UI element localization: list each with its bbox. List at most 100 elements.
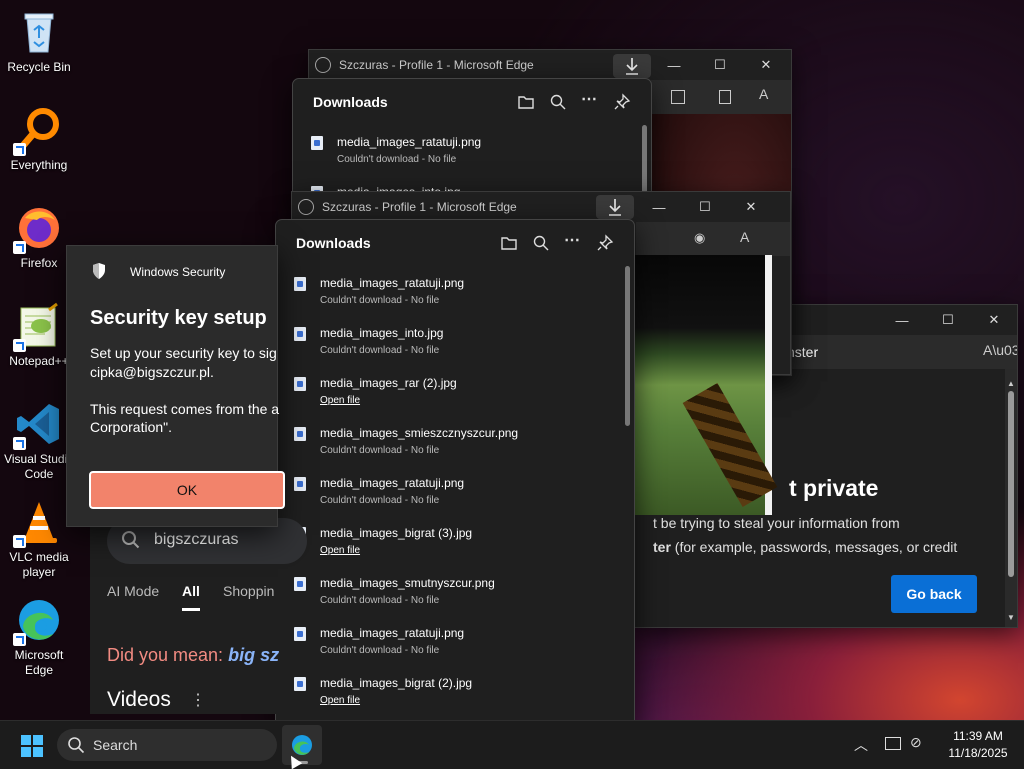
download-item[interactable]: media_images_into.jpg Couldn't download -… — [276, 316, 634, 366]
desktop-icon-vscode[interactable]: Visual Studio Code — [4, 400, 74, 482]
toolbar: A — [651, 80, 791, 114]
split-screen-icon[interactable] — [671, 90, 685, 104]
firefox-icon — [13, 204, 63, 254]
download-status: Couldn't download - No file — [320, 595, 440, 606]
tab-shopping[interactable]: Shoppin — [223, 583, 274, 599]
image-file-icon — [294, 377, 306, 391]
more-options-icon[interactable]: ⋯ — [581, 92, 599, 111]
search-icon — [121, 530, 141, 550]
image-file-icon — [294, 677, 306, 691]
window-title: Szczuras - Profile 1 - Microsoft Edge — [322, 200, 517, 214]
download-item[interactable]: media_images_ratatuji.png Couldn't downlo… — [276, 466, 634, 516]
download-status: Couldn't download - No file — [320, 445, 440, 456]
vlc-icon — [13, 498, 63, 548]
read-aloud-icon[interactable]: A — [759, 86, 768, 102]
folder-icon[interactable] — [500, 234, 518, 252]
chevron-up-icon[interactable]: ︿ — [854, 735, 868, 755]
tab-ai-mode[interactable]: AI Mode — [107, 583, 159, 599]
start-button[interactable] — [20, 734, 44, 758]
toolbar: ◉ A — [636, 222, 790, 256]
read-aloud-icon[interactable]: A\u0301 — [983, 342, 1017, 358]
go-back-button[interactable]: Go back — [891, 575, 977, 613]
read-aloud-icon[interactable]: A — [740, 229, 749, 245]
taskbar-search[interactable]: Search — [57, 729, 277, 761]
desktop-icon-edge[interactable]: Microsoft Edge — [4, 596, 74, 678]
clock[interactable]: 11:39 AM 11/18/2025 — [940, 729, 1016, 760]
close-button[interactable]: ✕ — [728, 192, 774, 222]
download-item[interactable]: media_images_ratatuji.png Couldn't downlo… — [276, 616, 634, 666]
recycle-bin-icon — [15, 8, 63, 56]
warning-heading: t private — [789, 475, 879, 501]
more-options-icon[interactable]: ⋯ — [564, 233, 582, 252]
search-icon — [67, 736, 85, 754]
open-file-link[interactable]: Open file — [320, 395, 634, 406]
download-item[interactable]: media_images_ratatuji.png Couldn't downl… — [293, 125, 651, 175]
tab-all[interactable]: All — [182, 583, 200, 599]
download-item[interactable]: media_images_ratatuji.png Couldn't downlo… — [276, 266, 634, 316]
shield-icon — [91, 262, 107, 280]
download-status: Couldn't download - No file — [320, 345, 440, 356]
search-page: bigszczuras AI Mode All Shoppin Did you … — [90, 500, 307, 714]
downloads-button[interactable] — [596, 195, 634, 219]
downloads-button[interactable] — [613, 54, 651, 78]
more-options-icon[interactable]: ⋮ — [190, 690, 206, 710]
download-item[interactable]: media_images_bigrat (2).jpg Open file — [276, 666, 634, 716]
download-item[interactable]: media_images_rar (2).jpg Open file — [276, 366, 634, 416]
minimize-button[interactable]: — — [879, 305, 925, 335]
clipboard-icon[interactable] — [719, 90, 731, 104]
notepad-plus-plus-icon — [13, 302, 63, 352]
edge-icon — [13, 596, 63, 646]
open-file-link[interactable]: Open file — [320, 695, 634, 706]
image-file-icon — [294, 577, 306, 591]
scrollbar[interactable] — [625, 266, 630, 426]
download-status: Couldn't download - No file — [320, 495, 440, 506]
minimize-button[interactable]: — — [651, 50, 697, 80]
desktop-icon-firefox[interactable]: Firefox — [4, 204, 74, 270]
desktop-icon-notepad-plus-plus[interactable]: Notepad++ — [4, 302, 74, 368]
minimize-button[interactable]: — — [636, 192, 682, 222]
close-button[interactable]: ✕ — [971, 305, 1017, 335]
desktop-icon-recycle-bin[interactable]: Recycle Bin — [4, 8, 74, 74]
downloads-list: media_images_ratatuji.png Couldn't downlo… — [276, 266, 634, 716]
image-file-icon — [294, 477, 306, 491]
network-icon[interactable]: ⊘ — [910, 734, 922, 751]
download-item[interactable]: media_images_bigrat (3).jpg Open file — [276, 516, 634, 566]
vscode-icon — [13, 400, 63, 450]
dialog-title: Security key setup — [90, 307, 267, 329]
pin-icon[interactable] — [596, 234, 614, 252]
download-status: Couldn't download - No file — [320, 295, 440, 306]
suggestion-link[interactable]: big sz — [228, 645, 279, 665]
download-icon — [609, 199, 621, 216]
downloads-title: Downloads — [296, 235, 371, 251]
download-item[interactable]: media_images_smutnyszcur.png Couldn't dow… — [276, 566, 634, 616]
search-icon[interactable] — [549, 93, 567, 111]
download-icon — [626, 58, 638, 75]
download-status: Couldn't download - No file — [320, 645, 440, 656]
folder-icon[interactable] — [517, 93, 535, 111]
image-file-icon — [294, 277, 306, 291]
maximize-button[interactable]: ☐ — [925, 305, 971, 335]
downloads-flyout-front: Downloads ⋯ media_images_ratatuji.png Cou… — [275, 219, 635, 731]
everything-icon — [13, 106, 63, 156]
scrollbar[interactable] — [642, 125, 647, 195]
scrollbar[interactable]: ▲ ▼ — [1005, 369, 1017, 627]
image-file-icon — [311, 136, 323, 150]
windows-logo-icon — [21, 735, 43, 757]
maximize-button[interactable]: ☐ — [697, 50, 743, 80]
search-icon[interactable] — [532, 234, 550, 252]
globe-icon — [315, 57, 331, 73]
desktop-icon-everything[interactable]: Everything — [4, 106, 74, 172]
open-file-link[interactable]: Open file — [320, 545, 634, 556]
globe-icon — [298, 199, 314, 215]
active-tab-indicator — [182, 608, 200, 611]
display-icon[interactable] — [885, 737, 901, 750]
image-file-icon — [294, 327, 306, 341]
close-button[interactable]: ✕ — [743, 50, 789, 80]
ok-button[interactable]: OK — [89, 471, 285, 509]
desktop-icon-vlc[interactable]: VLC media player — [4, 498, 74, 580]
maximize-button[interactable]: ☐ — [682, 192, 728, 222]
pin-icon[interactable] — [613, 93, 631, 111]
download-item[interactable]: media_images_smieszcznyszcur.png Couldn't… — [276, 416, 634, 466]
window-title: Szczuras - Profile 1 - Microsoft Edge — [339, 58, 534, 72]
eye-icon[interactable]: ◉ — [694, 230, 705, 246]
